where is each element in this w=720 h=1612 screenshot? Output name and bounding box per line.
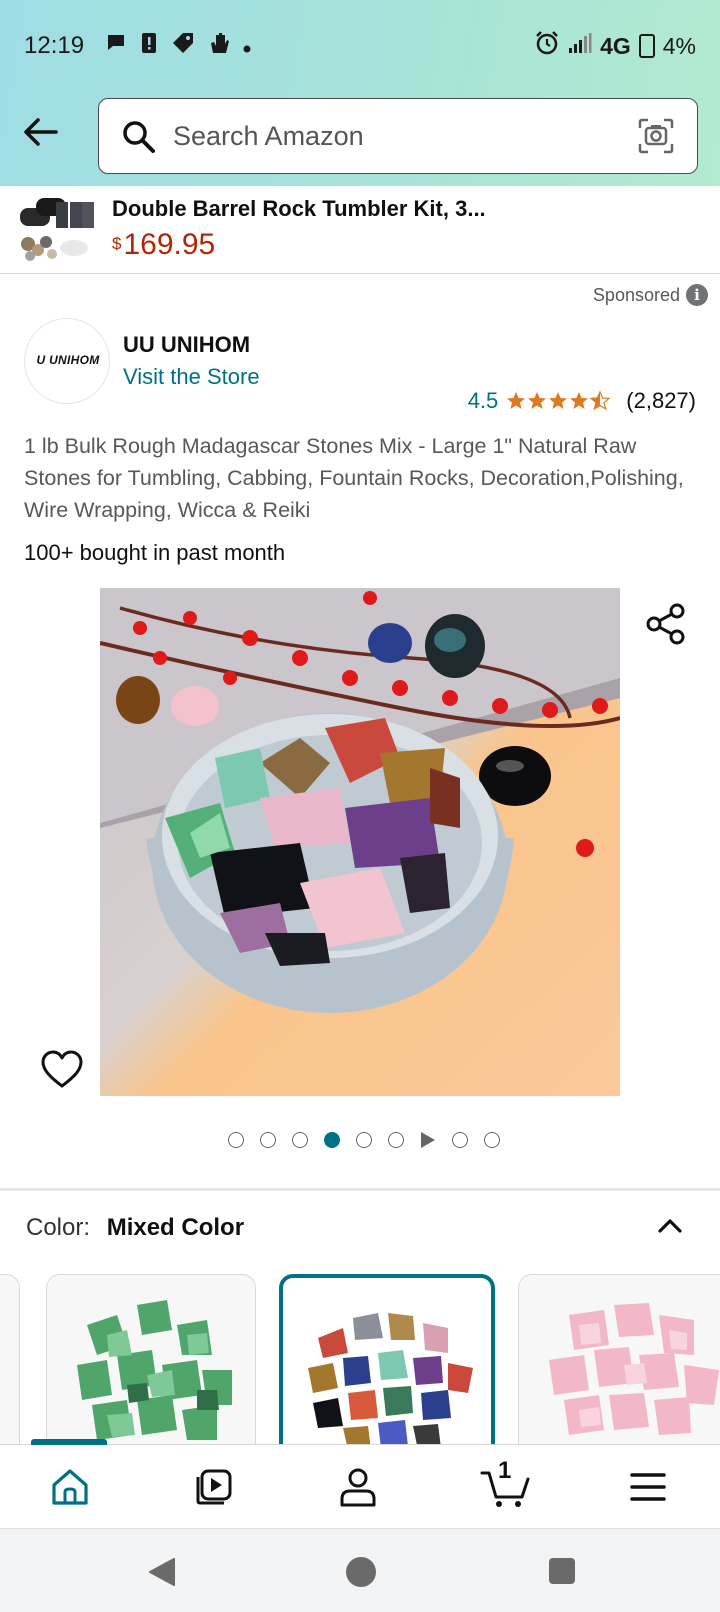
carousel-dot[interactable] — [452, 1132, 468, 1148]
cart-button[interactable]: 1 — [480, 1457, 532, 1509]
price-value: 169.95 — [123, 228, 216, 261]
color-selected-value: Mixed Color — [106, 1214, 245, 1241]
sponsored-label[interactable]: Sponsored i — [593, 284, 708, 306]
system-navigation-bar — [0, 1528, 720, 1612]
chat-icon — [104, 31, 128, 62]
app-header: 12:19 4G 4% Search Amazon — [0, 0, 720, 186]
ad-product-thumbnail — [16, 194, 96, 266]
ad-product-title: Double Barrel Rock Tumbler Kit, 3... — [112, 196, 486, 221]
search-icon — [123, 121, 155, 153]
color-label: Color: — [26, 1214, 91, 1241]
back-arrow-icon[interactable] — [20, 112, 60, 152]
sponsored-text: Sponsored — [592, 284, 680, 305]
carousel-dot-active[interactable] — [324, 1132, 340, 1148]
notification-icons — [104, 30, 252, 63]
system-back-icon[interactable] — [148, 1557, 176, 1587]
search-placeholder: Search Amazon — [173, 121, 364, 151]
battery-icon — [638, 34, 655, 58]
alert-icon — [140, 31, 158, 62]
star-full-icon — [570, 392, 589, 409]
alarm-icon — [534, 30, 560, 62]
info-icon[interactable]: i — [686, 284, 708, 306]
signal-icon — [568, 32, 592, 60]
carousel-dot[interactable] — [292, 1132, 308, 1148]
variant-mixed-image — [308, 1313, 473, 1450]
status-bar: 12:19 4G 4% — [0, 0, 720, 92]
more-notifications-icon — [242, 33, 252, 61]
menu-icon[interactable] — [626, 1465, 670, 1509]
camera-search-icon[interactable] — [637, 117, 675, 155]
carousel-video-icon[interactable] — [421, 1132, 435, 1148]
section-divider — [0, 1188, 720, 1191]
star-half-icon — [590, 391, 611, 411]
tag-icon — [170, 30, 196, 63]
status-time: 12:19 — [24, 32, 85, 59]
bottom-navigation: 1 — [0, 1439, 720, 1528]
product-image[interactable] — [100, 588, 620, 1096]
star-full-icon — [528, 392, 547, 409]
search-input[interactable]: Search Amazon — [98, 98, 698, 174]
rating-count: (2,827) — [626, 388, 696, 413]
ad-product-price: $169.95 — [112, 228, 215, 262]
product-title: 1 lb Bulk Rough Madagascar Stones Mix - … — [24, 434, 684, 522]
image-carousel-indicator[interactable] — [0, 1132, 720, 1148]
video-icon[interactable] — [192, 1465, 236, 1509]
brand-name: UU UNIHOM — [123, 332, 251, 357]
star-rating — [506, 391, 611, 411]
brand-logo-text: U UNIHOM — [36, 353, 100, 367]
carousel-dot[interactable] — [388, 1132, 404, 1148]
share-icon[interactable] — [644, 602, 688, 646]
carousel-dot[interactable] — [356, 1132, 372, 1148]
cart-count: 1 — [498, 1457, 512, 1484]
home-icon[interactable] — [48, 1465, 92, 1509]
network-type: 4G — [600, 32, 631, 59]
price-currency: $ — [112, 234, 122, 253]
star-full-icon — [507, 392, 526, 409]
brand-logo[interactable]: U UNIHOM — [24, 318, 110, 404]
battery-percent: 4% — [662, 32, 696, 59]
account-icon[interactable] — [336, 1465, 380, 1509]
carousel-dot[interactable] — [484, 1132, 500, 1148]
star-full-icon — [549, 392, 568, 409]
system-recents-icon[interactable] — [549, 1558, 575, 1584]
carousel-dot[interactable] — [228, 1132, 244, 1148]
sponsored-product-banner[interactable]: Double Barrel Rock Tumbler Kit, 3... $16… — [0, 186, 720, 274]
system-status: 4G 4% — [534, 30, 696, 62]
bought-in-past-month: 100+ bought in past month — [24, 540, 286, 565]
rating-value: 4.5 — [467, 388, 499, 413]
carousel-dot[interactable] — [260, 1132, 276, 1148]
system-home-icon[interactable] — [346, 1557, 376, 1587]
hand-icon — [208, 31, 230, 62]
visit-store-link[interactable]: Visit the Store — [123, 364, 260, 390]
chevron-up-icon[interactable] — [654, 1210, 686, 1242]
color-selector-header[interactable]: Color: Mixed Color — [26, 1214, 244, 1242]
wishlist-heart-icon[interactable] — [40, 1050, 84, 1090]
nav-active-indicator — [31, 1439, 107, 1445]
rating-summary[interactable]: 4.5 (2,827) — [468, 388, 696, 414]
